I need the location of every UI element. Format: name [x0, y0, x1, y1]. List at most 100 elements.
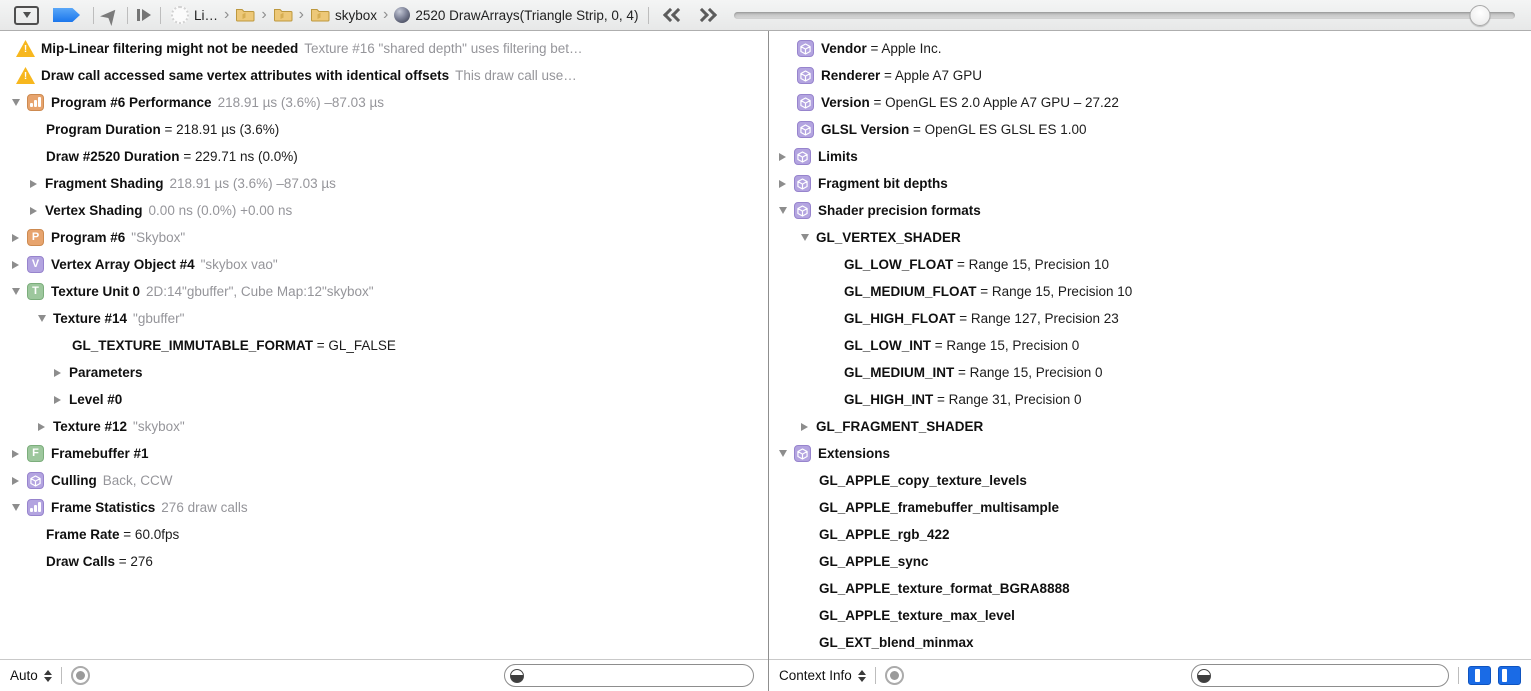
- tree-row[interactable]: GL_MEDIUM_INT = Range 15, Precision 0: [769, 359, 1531, 386]
- row-label: GL_VERTEX_SHADER: [816, 230, 961, 245]
- row-label: GL_APPLE_texture_max_level: [819, 608, 1015, 623]
- tree-row[interactable]: Fragment bit depths: [769, 170, 1531, 197]
- tree-row[interactable]: GL_LOW_FLOAT = Range 15, Precision 10: [769, 251, 1531, 278]
- filter-field[interactable]: [1191, 664, 1449, 687]
- tree-row[interactable]: Frame Rate = 60.0fps: [0, 521, 768, 548]
- tree-row[interactable]: Limits: [769, 143, 1531, 170]
- breadcrumb-item[interactable]: [235, 7, 255, 23]
- eye-icon[interactable]: [71, 666, 90, 685]
- tree-row[interactable]: CullingBack, CCW: [0, 467, 768, 494]
- tree-row[interactable]: Parameters: [0, 359, 768, 386]
- breadcrumb-item[interactable]: 2520 DrawArrays(Triangle Strip, 0, 4): [394, 7, 638, 23]
- forward-button[interactable]: [690, 10, 722, 20]
- row-label: GL_APPLE_copy_texture_levels: [819, 473, 1027, 488]
- filter-scope-icon[interactable]: [1197, 669, 1211, 683]
- tree-row[interactable]: VVertex Array Object #4"skybox vao": [0, 251, 768, 278]
- disclosure-triangle[interactable]: [12, 261, 27, 269]
- row-value: = 229.71 ns (0.0%): [180, 149, 298, 164]
- scope-selector[interactable]: Context Info: [779, 668, 866, 683]
- step-forward-icon[interactable]: [137, 9, 151, 21]
- tree-row[interactable]: GL_HIGH_INT = Range 31, Precision 0: [769, 386, 1531, 413]
- tree-row[interactable]: GL_TEXTURE_IMMUTABLE_FORMAT = GL_FALSE: [0, 332, 768, 359]
- tree-row[interactable]: GL_MEDIUM_FLOAT = Range 15, Precision 10: [769, 278, 1531, 305]
- row-label: GL_APPLE_texture_format_BGRA8888: [819, 581, 1070, 596]
- cube-icon: [794, 202, 811, 219]
- tree-row[interactable]: GL_APPLE_rgb_422: [769, 521, 1531, 548]
- row-value: = Range 15, Precision 10: [977, 284, 1133, 299]
- disclosure-triangle[interactable]: [12, 99, 27, 106]
- tree-row[interactable]: Texture #12"skybox": [0, 413, 768, 440]
- tree-row[interactable]: Version = OpenGL ES 2.0 Apple A7 GPU – 2…: [769, 89, 1531, 116]
- breadcrumb-item[interactable]: skybox: [310, 7, 377, 23]
- tree-row[interactable]: !Draw call accessed same vertex attribut…: [0, 62, 768, 89]
- disclosure-triangle[interactable]: [38, 423, 53, 431]
- breadcrumb-item[interactable]: [273, 7, 293, 23]
- tree-row[interactable]: Renderer = Apple A7 GPU: [769, 62, 1531, 89]
- tree-row[interactable]: Level #0: [0, 386, 768, 413]
- disclosure-triangle[interactable]: [12, 504, 27, 511]
- frame-scrubber-slider[interactable]: [734, 6, 1515, 24]
- row-detail: "gbuffer": [133, 311, 184, 326]
- filter-scope-icon[interactable]: [510, 669, 524, 683]
- disclosure-triangle[interactable]: [54, 369, 69, 377]
- tree-row[interactable]: GLSL Version = OpenGL ES GLSL ES 1.00: [769, 116, 1531, 143]
- tree-row[interactable]: GL_FRAGMENT_SHADER: [769, 413, 1531, 440]
- tree-row[interactable]: !Mip-Linear filtering might not be neede…: [0, 35, 768, 62]
- tree-row[interactable]: Frame Statistics276 draw calls: [0, 494, 768, 521]
- tree-row[interactable]: GL_EXT_blend_minmax: [769, 629, 1531, 656]
- tree-row[interactable]: FFramebuffer #1: [0, 440, 768, 467]
- split-view-right-button[interactable]: [1498, 666, 1521, 685]
- disclosure-triangle[interactable]: [12, 450, 27, 458]
- disclosure-triangle[interactable]: [801, 423, 816, 431]
- tree-row[interactable]: GL_VERTEX_SHADER: [769, 224, 1531, 251]
- tree-row[interactable]: Extensions: [769, 440, 1531, 467]
- tree-row[interactable]: Draw #2520 Duration = 229.71 ns (0.0%): [0, 143, 768, 170]
- tree-row[interactable]: GL_HIGH_FLOAT = Range 127, Precision 23: [769, 305, 1531, 332]
- tree-row[interactable]: Fragment Shading218.91 µs (3.6%) –87.03 …: [0, 170, 768, 197]
- slider-track[interactable]: [734, 12, 1515, 19]
- scope-selector[interactable]: Auto: [10, 668, 52, 683]
- tree-row[interactable]: GL_APPLE_texture_format_BGRA8888: [769, 575, 1531, 602]
- tree-row[interactable]: GL_APPLE_copy_texture_levels: [769, 467, 1531, 494]
- tree-row[interactable]: Shader precision formats: [769, 197, 1531, 224]
- slider-thumb[interactable]: [1469, 5, 1490, 26]
- tree-row[interactable]: Texture #14"gbuffer": [0, 305, 768, 332]
- disclosure-triangle[interactable]: [779, 180, 794, 188]
- tree-row[interactable]: Vendor = Apple Inc.: [769, 35, 1531, 62]
- disclosure-triangle[interactable]: [779, 450, 794, 457]
- back-button[interactable]: [658, 10, 690, 20]
- disclosure-triangle[interactable]: [30, 180, 45, 188]
- tree-row[interactable]: GL_APPLE_texture_max_level: [769, 602, 1531, 629]
- tree-row[interactable]: Vertex Shading0.00 ns (0.0%) +0.00 ns: [0, 197, 768, 224]
- chevron-right-icon: ›: [383, 6, 388, 24]
- disclosure-triangle[interactable]: [54, 396, 69, 404]
- disclosure-triangle[interactable]: [12, 234, 27, 242]
- eye-icon[interactable]: [885, 666, 904, 685]
- disclosure-triangle[interactable]: [38, 315, 53, 322]
- disclosure-triangle[interactable]: [12, 477, 27, 485]
- tree-row[interactable]: GL_APPLE_framebuffer_multisample: [769, 494, 1531, 521]
- row-label: Program Duration: [46, 122, 161, 137]
- panel-toggle-icon[interactable]: [14, 6, 39, 25]
- filter-field[interactable]: [504, 664, 754, 687]
- breadcrumb-item[interactable]: Li…: [171, 6, 218, 24]
- flag-icon[interactable]: [53, 8, 80, 22]
- disclosure-triangle[interactable]: [779, 207, 794, 214]
- cube-icon: [27, 472, 44, 489]
- disclosure-triangle[interactable]: [779, 153, 794, 161]
- tree-row[interactable]: Program #6 Performance218.91 µs (3.6%) –…: [0, 89, 768, 116]
- tree-row[interactable]: TTexture Unit 02D:14"gbuffer", Cube Map:…: [0, 278, 768, 305]
- split-view-left-button[interactable]: [1468, 666, 1491, 685]
- navigate-icon[interactable]: [100, 4, 121, 25]
- disclosure-triangle[interactable]: [30, 207, 45, 215]
- row-detail: 2D:14"gbuffer", Cube Map:12"skybox": [146, 284, 374, 299]
- tree-row[interactable]: PProgram #6"Skybox": [0, 224, 768, 251]
- tree-row[interactable]: Draw Calls = 276: [0, 548, 768, 575]
- row-label: Texture #12: [53, 419, 127, 434]
- disclosure-triangle[interactable]: [801, 234, 816, 241]
- tree-row[interactable]: GL_APPLE_sync: [769, 548, 1531, 575]
- tree-row[interactable]: Program Duration = 218.91 µs (3.6%): [0, 116, 768, 143]
- tree-row[interactable]: GL_LOW_INT = Range 15, Precision 0: [769, 332, 1531, 359]
- row-label: Framebuffer #1: [51, 446, 149, 461]
- disclosure-triangle[interactable]: [12, 288, 27, 295]
